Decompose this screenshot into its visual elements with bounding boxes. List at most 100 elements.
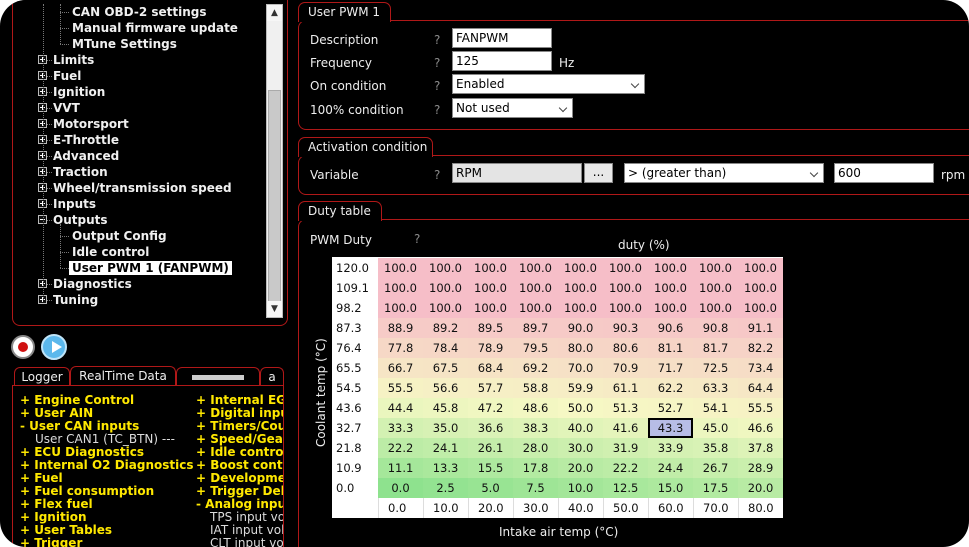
duty-cell[interactable]: 36.6 [468, 418, 513, 438]
duty-cell[interactable]: 100.0 [693, 298, 738, 318]
duty-cell[interactable]: 47.2 [468, 398, 513, 418]
variable-field[interactable]: RPM [452, 163, 582, 183]
duty-cell[interactable]: 100.0 [558, 298, 603, 318]
duty-cell[interactable]: 100.0 [423, 258, 468, 278]
duty-cell[interactable]: 100.0 [468, 258, 513, 278]
tree-scrollbar[interactable]: ▲ ▼ [266, 4, 283, 318]
duty-cell[interactable]: 44.4 [378, 398, 423, 418]
duty-cell[interactable]: 55.5 [738, 398, 783, 418]
channel-item[interactable]: CLT input voltage [196, 537, 283, 547]
description-help-icon[interactable]: ? [434, 33, 440, 47]
full-condition-help-icon[interactable]: ? [434, 103, 440, 117]
duty-cell[interactable]: 80.6 [603, 338, 648, 358]
duty-cell[interactable]: 31.9 [603, 438, 648, 458]
duty-cell[interactable]: 89.7 [513, 318, 558, 338]
duty-cell[interactable]: 100.0 [603, 278, 648, 298]
duty-cell[interactable]: 71.7 [648, 358, 693, 378]
duty-cell[interactable]: 62.2 [648, 378, 693, 398]
duty-cell[interactable]: 22.2 [378, 438, 423, 458]
duty-cell[interactable]: 90.0 [558, 318, 603, 338]
duty-cell[interactable]: 100.0 [468, 278, 513, 298]
duty-cell[interactable]: 63.3 [693, 378, 738, 398]
duty-cell[interactable]: 89.5 [468, 318, 513, 338]
scroll-down-icon[interactable]: ▼ [267, 301, 282, 317]
duty-cell[interactable]: 100.0 [603, 258, 648, 278]
duty-cell[interactable]: 12.5 [603, 478, 648, 498]
duty-cell[interactable]: 22.2 [603, 458, 648, 478]
description-input[interactable]: FANPWM [452, 28, 552, 48]
duty-cell[interactable]: 100.0 [558, 278, 603, 298]
duty-cell[interactable]: 100.0 [513, 278, 558, 298]
duty-cell[interactable]: 100.0 [378, 258, 423, 278]
duty-cell[interactable]: 70.9 [603, 358, 648, 378]
duty-cell[interactable]: 80.0 [558, 338, 603, 358]
duty-cell[interactable]: 24.1 [423, 438, 468, 458]
duty-cell[interactable]: 70.0 [558, 358, 603, 378]
duty-cell[interactable]: 81.7 [693, 338, 738, 358]
duty-cell[interactable]: 59.9 [558, 378, 603, 398]
duty-cell[interactable]: 11.1 [378, 458, 423, 478]
duty-cell[interactable]: 40.0 [558, 418, 603, 438]
channel-item[interactable]: + Trigger [20, 537, 198, 547]
duty-cell[interactable]: 15.0 [648, 478, 693, 498]
duty-cell[interactable]: 79.5 [513, 338, 558, 358]
duty-cell[interactable]: 73.4 [738, 358, 783, 378]
duty-cell[interactable]: 35.0 [423, 418, 468, 438]
duty-cell[interactable]: 90.8 [693, 318, 738, 338]
tree-item[interactable]: Manual firmware update [13, 20, 265, 36]
duty-cell[interactable]: 35.8 [693, 438, 738, 458]
duty-cell[interactable]: 54.1 [693, 398, 738, 418]
tab-duty-table[interactable]: Duty table [298, 201, 382, 221]
duty-cell[interactable]: 28.0 [513, 438, 558, 458]
threshold-input[interactable]: 600 [834, 163, 934, 183]
pwm-duty-help-icon[interactable]: ? [414, 232, 420, 246]
duty-cell[interactable]: 0.0 [378, 478, 423, 498]
duty-cell[interactable]: 38.3 [513, 418, 558, 438]
duty-cell[interactable]: 20.0 [558, 458, 603, 478]
duty-cell[interactable]: 5.0 [468, 478, 513, 498]
frequency-input[interactable]: 125 [452, 51, 552, 71]
duty-cell[interactable]: 69.2 [513, 358, 558, 378]
scroll-up-icon[interactable]: ▲ [267, 5, 282, 21]
tab-user-pwm[interactable]: User PWM 1 [298, 2, 391, 22]
duty-cell[interactable]: 89.2 [423, 318, 468, 338]
play-icon[interactable] [41, 334, 67, 360]
duty-cell[interactable]: 91.1 [738, 318, 783, 338]
duty-cell[interactable]: 45.8 [423, 398, 468, 418]
duty-cell[interactable]: 61.1 [603, 378, 648, 398]
duty-cell[interactable]: 26.7 [693, 458, 738, 478]
record-icon[interactable] [11, 335, 35, 359]
on-condition-select[interactable]: Enabled [452, 74, 645, 94]
duty-cell[interactable]: 68.4 [468, 358, 513, 378]
tree-item[interactable]: Output Config [13, 228, 265, 244]
tab-activation-condition[interactable]: Activation condition [298, 137, 433, 157]
duty-cell[interactable]: 77.8 [378, 338, 423, 358]
scrollbar-thumb[interactable] [268, 90, 281, 302]
frequency-help-icon[interactable]: ? [434, 56, 440, 70]
duty-cell[interactable]: 15.5 [468, 458, 513, 478]
duty-cell[interactable]: 20.0 [738, 478, 783, 498]
duty-cell[interactable]: 100.0 [558, 258, 603, 278]
duty-cell[interactable]: 100.0 [693, 258, 738, 278]
duty-cell[interactable]: 100.0 [738, 258, 783, 278]
duty-cell[interactable]: 48.6 [513, 398, 558, 418]
duty-cell[interactable]: 81.1 [648, 338, 693, 358]
on-condition-help-icon[interactable]: ? [434, 79, 440, 93]
duty-cell[interactable]: 82.2 [738, 338, 783, 358]
tab-realtime-data[interactable]: RealTime Data [70, 366, 176, 385]
duty-cell[interactable]: 88.9 [378, 318, 423, 338]
duty-cell[interactable]: 51.3 [603, 398, 648, 418]
duty-cell[interactable]: 24.4 [648, 458, 693, 478]
duty-cell[interactable]: 100.0 [738, 278, 783, 298]
duty-cell[interactable]: 100.0 [423, 278, 468, 298]
duty-cell[interactable]: 100.0 [513, 258, 558, 278]
duty-cell[interactable]: 64.4 [738, 378, 783, 398]
duty-cell[interactable]: 33.3 [378, 418, 423, 438]
duty-cell[interactable]: 57.7 [468, 378, 513, 398]
duty-cell[interactable]: 37.8 [738, 438, 783, 458]
tree-item[interactable]: CAN OBD-2 settings [13, 4, 265, 20]
duty-cell[interactable]: 10.0 [558, 478, 603, 498]
duty-cell[interactable]: 78.9 [468, 338, 513, 358]
duty-cell[interactable]: 66.7 [378, 358, 423, 378]
tree-item[interactable]: Idle control [13, 244, 265, 260]
